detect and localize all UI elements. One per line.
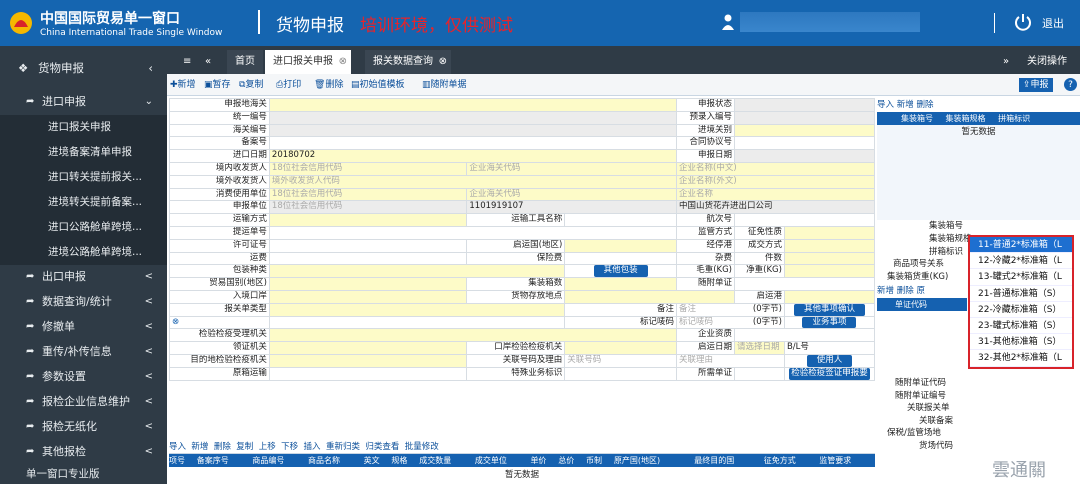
dropdown-option[interactable]: 12-冷藏2*标准箱（L [970,253,1072,270]
sidebar-group[interactable]: ➦ 其他报检 < [0,440,167,464]
tab-import-declare[interactable]: 进口报关申报 ⊗ [265,50,351,74]
declaration-form: 申报地海关 申报状态 统一编号 预录入编号 海关编号 进境关别 备案号 合同协议号 进口… [169,98,876,381]
import-button[interactable]: 导入 [877,100,894,110]
expand-icon[interactable]: ⊗ [169,315,270,330]
arrow-right-icon: ➦ [26,446,35,457]
delete-button[interactable]: 🗑删除 [314,78,343,92]
record-no-input[interactable] [268,136,678,151]
entry-port-input[interactable] [733,123,876,138]
arrow-right-icon: ➦ [26,421,35,432]
top-header: 中国国际贸易单一窗口 China International Trade Sin… [0,0,1080,46]
env-warning: 培训环境，仅供测试 [360,16,513,36]
sidebar-item[interactable]: 进口转关提前报关... [0,165,167,190]
sidebar: ❖ 货物申报 ‹ ➦ 进口申报 ⌄ 进口报关申报 进境备案清单申报 进口转关提前报关..… [0,46,167,484]
close-icon[interactable]: ⊗ [339,50,347,74]
copy-button[interactable]: ⧉复制 [239,78,263,92]
dropdown-option[interactable]: 22-冷藏标准箱（S） [970,302,1072,318]
sidebar-group-import[interactable]: ➦ 进口申报 ⌄ [0,90,167,114]
add-button[interactable]: 新增 [191,442,208,452]
form-toolbar: ✚新增 ▣暂存 ⧉复制 ⎙打印 🗑删除 ▤初始值模板 ▥随附单据 ⇪申报 ? [167,74,1080,96]
close-ops-button[interactable]: 关闭操作 [1019,50,1075,74]
sidebar-item[interactable]: 进口公路舱单跨境... [0,215,167,240]
import-button[interactable]: 导入 [169,442,186,452]
dropdown-option[interactable]: 13-罐式2*标准箱（L [970,269,1072,286]
watermark: 雲通關 [992,460,1046,481]
container-spec-dropdown: 11-普通2*标准箱（L 12-冷藏2*标准箱（L 13-罐式2*标准箱（L 2… [968,235,1074,369]
reclassify-button[interactable]: 重新归类 [326,442,360,452]
grid-toolbar: 导入 新增 删除 复制 上移 下移 插入 重新归类 归类查看 批量修改 [169,440,875,454]
power-icon[interactable] [1014,13,1032,31]
app-title: 中国国际贸易单一窗口 [40,11,180,27]
sidebar-group[interactable]: ➦ 参数设置 < [0,365,167,389]
dropdown-option[interactable]: 31-其他标准箱（S） [970,334,1072,351]
declare-button[interactable]: ⇪申报 [1019,78,1053,92]
decl-customs-input[interactable] [268,98,678,112]
sidebar-footer[interactable]: 单一窗口专业版 [26,466,100,481]
logo-icon [10,12,32,34]
dropdown-option[interactable]: 23-罐式标准箱（S） [970,318,1072,335]
sidebar-group[interactable]: ➦ 出口申报 < [0,265,167,289]
contract-no-input[interactable] [733,136,876,151]
template-button[interactable]: ▤初始值模板 [351,78,405,92]
add-button[interactable]: 新增 [897,100,914,110]
insp-sign-button[interactable]: 检验检疫签证申报要 [789,368,870,380]
docs-button[interactable]: ▥随附单据 [422,78,467,92]
dropdown-option[interactable]: 11-普通2*标准箱（L [970,237,1072,254]
print-button[interactable]: ⎙打印 [276,78,301,92]
import-date-input[interactable]: 20180702 [268,149,678,163]
sidebar-group[interactable]: ➦ 报检无纸化 < [0,415,167,439]
sidebar-item[interactable]: 进境备案清单申报 [0,140,167,165]
dropdown-option[interactable]: 21-普通标准箱（S） [970,286,1072,302]
arrow-right-icon: ➦ [26,296,35,307]
arrow-right-icon: ➦ [26,321,35,332]
delete-button[interactable]: 删除 [897,286,914,296]
insert-button[interactable]: 插入 [304,442,321,452]
arrow-right-icon: ➦ [26,96,35,107]
delete-button[interactable]: 删除 [916,100,933,110]
sidebar-item[interactable]: 进口报关申报 [0,115,167,140]
tab-bar: ≡ « 首页 进口报关申报 ⊗ 报关数据查询 ⊗ » 关闭操作 [167,46,1080,74]
sidebar-group[interactable]: ➦ 重传/补传信息 < [0,340,167,364]
sidebar-top-item[interactable]: ❖ 货物申报 ‹ [0,54,167,82]
close-icon[interactable]: ⊗ [439,50,447,74]
arrow-right-icon: ➦ [26,396,35,407]
delete-button[interactable]: 删除 [214,442,231,452]
batch-edit-button[interactable]: 批量修改 [405,442,439,452]
save-button[interactable]: ▣暂存 [204,78,231,92]
arrow-right-icon: ➦ [26,371,35,382]
tab-home[interactable]: 首页 [227,50,263,74]
sidebar-item[interactable]: 进境公路舱单跨境... [0,240,167,265]
other-confirm-button[interactable]: 其他事项确认 [793,304,865,316]
app-subtitle: China International Trade Single Window [40,28,223,38]
module-title: 货物申报 [276,16,344,36]
sidebar-group[interactable]: ➦ 数据查询/统计 < [0,290,167,314]
view-class-button[interactable]: 归类查看 [365,442,399,452]
goods-grid: 导入 新增 删除 复制 上移 下移 插入 重新归类 归类查看 批量修改 项号 备案… [169,440,875,484]
business-button[interactable]: 业务事项 [802,317,857,328]
menu-icon[interactable]: ≡ [175,50,199,74]
add-button[interactable]: 新增 [877,286,894,296]
cubes-icon: ❖ [18,61,29,75]
copy-button[interactable]: 复制 [236,442,253,452]
arrow-right-icon: ➦ [26,271,35,282]
forward-icon[interactable]: » [995,50,1017,74]
user-name[interactable] [740,12,920,32]
grid-table: 项号 备案序号 商品编号 商品名称 英文 规格 成交数量 成交单位 单价 总价 币制 原产国(地区) 最… [169,454,875,481]
tab-query[interactable]: 报关数据查询 ⊗ [365,50,451,74]
other-pack-button[interactable]: 其他包装 [593,265,648,277]
back-icon[interactable]: « [197,50,219,74]
dropdown-option[interactable]: 32-其他2*标准箱（L [970,350,1072,367]
sidebar-group[interactable]: ➦ 报检企业信息维护 < [0,390,167,414]
arrow-right-icon: ➦ [26,346,35,357]
user-button[interactable]: 使用人 [806,355,853,367]
logout-link[interactable]: 退出 [1042,15,1064,31]
help-icon[interactable]: ? [1064,78,1077,91]
move-up-button[interactable]: 上移 [259,442,276,452]
add-button[interactable]: ✚新增 [170,78,196,92]
user-icon [722,14,734,30]
sidebar-item[interactable]: 进境转关提前备案... [0,190,167,215]
sidebar-group[interactable]: ➦ 修撤单 < [0,315,167,339]
move-down-button[interactable]: 下移 [281,442,298,452]
